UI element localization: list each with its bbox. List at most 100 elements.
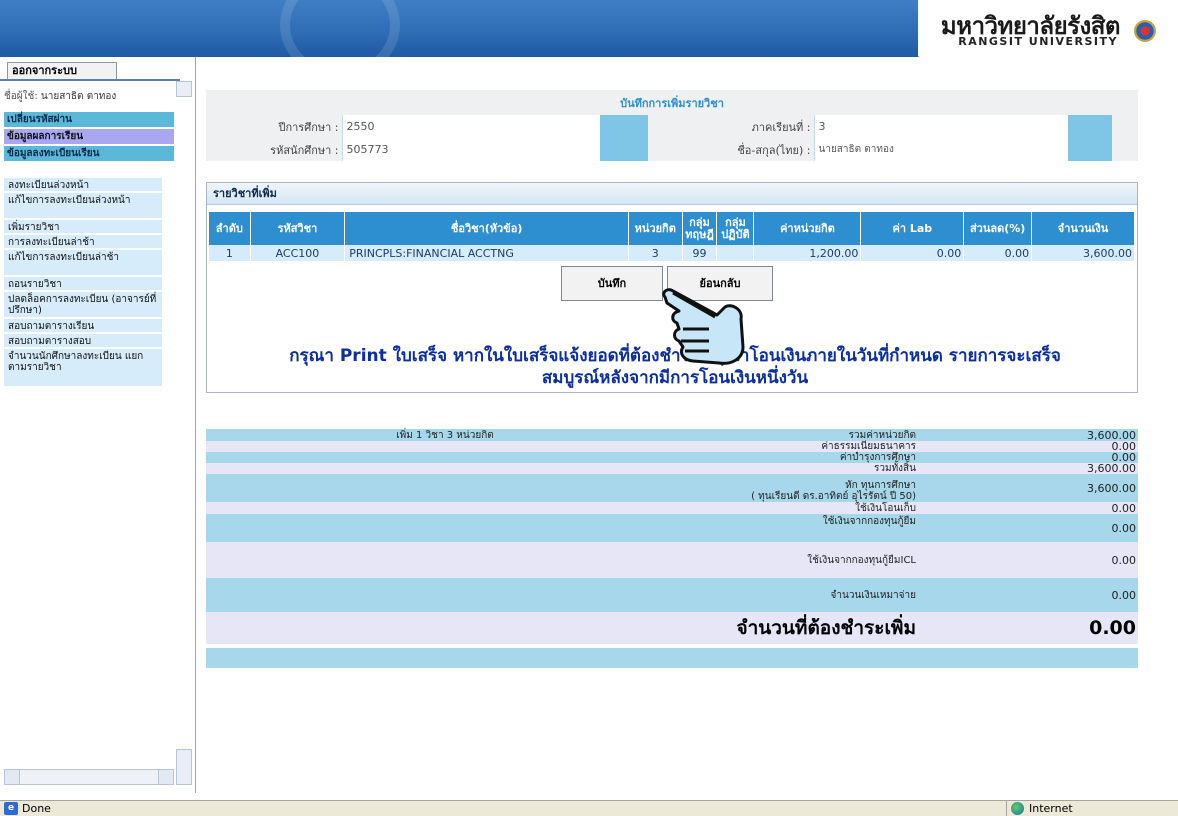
sidebar-item-exam-schedule[interactable]: สอบถามตารางสอบ [4, 334, 162, 348]
user-info: ชื่อผู้ใช้: นายสาธิต ตาทอง [4, 87, 174, 107]
notice-line-2: สมบูรณ์หลังจากมีการโอนเงินหนึ่งวัน [541, 368, 809, 388]
info-spacer [600, 115, 648, 138]
summary-label: ค่าธรรมเนียมธนาคาร [586, 441, 918, 452]
summary-spacer [206, 452, 586, 463]
summary-table: เพิ่ม 1 วิชา 3 หน่วยกิต รวมค่าหน่วยกิต 3… [206, 429, 1138, 668]
summary-label: ค่าบำรุงการศึกษา [586, 452, 918, 463]
summary-row: ใช้เงินจากกองทุนกู้ยืม 0.00 [206, 514, 1138, 542]
user-name: นายสาธิต ตาทอง [40, 91, 117, 102]
summary-amount: 0.00 [918, 542, 1138, 578]
cell-course-name: PRINCPLS:FINANCIAL ACCTNG [344, 245, 630, 261]
sidebar-item-withdraw[interactable]: ถอนรายวิชา [4, 277, 162, 291]
net-payable-amount: 0.00 [918, 612, 1138, 644]
summary-net-row: จำนวนที่ต้องชำระเพิ่ม 0.00 [206, 612, 1138, 644]
sidebar-item-late-registration[interactable]: การลงทะเบียนล่าช้า [4, 235, 162, 249]
summary-count: เพิ่ม 1 วิชา 3 หน่วยกิต [206, 429, 586, 441]
student-id-label: รหัสนักศึกษา : [206, 138, 342, 161]
zone-label: Internet [1029, 802, 1073, 815]
student-id-field: 505773 [341, 138, 600, 161]
security-zone: Internet [1006, 801, 1146, 816]
summary-row: รวมทั้งสิ้น 3,600.00 [206, 463, 1138, 474]
sidebar-item-pre-registration[interactable]: ลงทะเบียนล่วงหน้า [4, 178, 162, 192]
form-title: บันทึกการเพิ่มรายวิชา [206, 90, 1138, 115]
info-spacer [1112, 138, 1138, 161]
student-info-table: บันทึกการเพิ่มรายวิชา ปีการศึกษา : 2550 … [206, 90, 1138, 161]
banner-decoration [280, 0, 400, 57]
info-spacer [648, 138, 718, 161]
name-label: ชื่อ-สกุล(ไทย) : [718, 138, 814, 161]
name-field: นายสาธิต ตาทอง [813, 138, 1068, 161]
cell-lab-fee: 0.00 [860, 245, 965, 261]
sidebar-item-edit-pre-registration[interactable]: แก้ไขการลงทะเบียนล่วงหน้า [4, 193, 162, 219]
menu-grades[interactable]: ข้อมูลผลการเรียน [4, 129, 174, 144]
summary-row: เพิ่ม 1 วิชา 3 หน่วยกิต รวมค่าหน่วยกิต 3… [206, 429, 1138, 441]
summary-row: ค่าบำรุงการศึกษา 0.00 [206, 452, 1138, 463]
scholarship-label: หัก ทุนการศึกษา [845, 480, 916, 491]
sidebar-item-student-count[interactable]: จำนวนนักศึกษาลงทะเบียน แยกตามรายวิชา [4, 349, 162, 387]
menu-change-password[interactable]: เปลี่ยนรหัสผ่าน [4, 112, 174, 127]
course-table: ลำดับ รหัสวิชา ชื่อวิชา(หัวข้อ) หน่วยกิต… [209, 212, 1135, 261]
scroll-right-arrow-icon[interactable] [158, 770, 173, 784]
save-button[interactable]: บันทึก [561, 266, 663, 301]
cell-credit-fee: 1,200.00 [753, 245, 862, 261]
sidebar: ออกจากระบบ ชื่อผู้ใช้: นายสาธิต ตาทอง เป… [0, 57, 196, 793]
status-text: Done [22, 802, 51, 815]
cell-seq: 1 [209, 245, 251, 261]
summary-spacer [206, 648, 1138, 668]
summary-row: ค่าธรรมเนียมธนาคาร 0.00 [206, 441, 1138, 452]
sidebar-item-class-schedule[interactable]: สอบถามตารางเรียน [4, 319, 162, 333]
university-name-english: RANGSIT UNIVERSITY [958, 35, 1118, 48]
info-spacer [600, 138, 648, 161]
page-done-icon: e [4, 802, 18, 815]
info-spacer [1068, 138, 1112, 161]
user-label: ชื่อผู้ใช้: [4, 91, 38, 102]
summary-label: จำนวนเงินเหมาจ่าย [586, 578, 918, 612]
summary-label: ใช้เงินจากกองทุนกู้ยืมICL [586, 542, 918, 578]
summary-amount: 3,600.00 [918, 463, 1138, 474]
cell-amount: 3,600.00 [1031, 245, 1135, 261]
summary-amount: 3,600.00 [918, 474, 1138, 502]
summary-label: ใช้เงินจากกองทุนกู้ยืม [586, 514, 918, 542]
col-seq: ลำดับ [209, 212, 251, 245]
summary-spacer [206, 463, 586, 474]
hand-cursor-icon [662, 288, 745, 365]
summary-label: รวมทั้งสิ้น [586, 463, 918, 474]
col-lab-fee: ค่า Lab [860, 212, 965, 245]
col-course-code: รหัสวิชา [250, 212, 346, 245]
sidebar-item-unlock-registration[interactable]: ปลดล็อคการลงทะเบียน (อาจารย์ที่ปรึกษา) [4, 292, 162, 318]
sidebar-item-edit-late-registration[interactable]: แก้ไขการลงทะเบียนล่าช้า [4, 250, 162, 276]
col-practice-group: กลุ่ม ปฏิบัติ [716, 212, 755, 245]
summary-footer [206, 648, 1138, 668]
university-seal-icon [1134, 20, 1156, 42]
menu-registration[interactable]: ข้อมูลลงทะเบียนเรียน [4, 146, 174, 161]
university-logo-area: มหาวิทยาลัยรังสิต RANGSIT UNIVERSITY [918, 0, 1178, 57]
table-row: 1 ACC100 PRINCPLS:FINANCIAL ACCTNG 3 99 … [209, 245, 1135, 261]
summary-label: ใช้เงินโอนเก็บ [586, 502, 918, 514]
summary-amount: 0.00 [918, 502, 1138, 514]
sidebar-horizontal-scrollbar[interactable] [4, 769, 174, 785]
summary-amount: 3,600.00 [918, 429, 1138, 441]
logout-button[interactable]: ออกจากระบบ [7, 62, 117, 80]
col-credit-fee: ค่าหน่วยกิต [753, 212, 862, 245]
cell-credits: 3 [628, 245, 683, 261]
sidebar-item-add-course[interactable]: เพิ่มรายวิชา [4, 220, 162, 234]
summary-spacer [206, 441, 586, 452]
sidebar-scrollbar-down[interactable] [176, 749, 192, 785]
col-theory-group: กลุ่ม ทฤษฎี [682, 212, 718, 245]
summary-row: ใช้เงินจากกองทุนกู้ยืมICL 0.00 [206, 542, 1138, 578]
summary-spacer [206, 578, 586, 612]
added-courses-header: รายวิชาที่เพิ่ม [207, 183, 1137, 205]
year-label: ปีการศึกษา : [206, 115, 342, 138]
term-label: ภาคเรียนที่ : [718, 115, 814, 138]
summary-row: จำนวนเงินเหมาจ่าย 0.00 [206, 578, 1138, 612]
summary-spacer [206, 514, 586, 542]
sidebar-scrollbar-up[interactable] [176, 81, 192, 97]
info-spacer [1068, 115, 1112, 138]
summary-spacer [206, 502, 586, 514]
summary-amount: 0.00 [918, 578, 1138, 612]
cell-course-code: ACC100 [250, 245, 346, 261]
scroll-left-arrow-icon[interactable] [5, 770, 20, 784]
summary-amount: 0.00 [918, 441, 1138, 452]
globe-icon [1011, 802, 1024, 815]
cell-discount: 0.00 [963, 245, 1033, 261]
